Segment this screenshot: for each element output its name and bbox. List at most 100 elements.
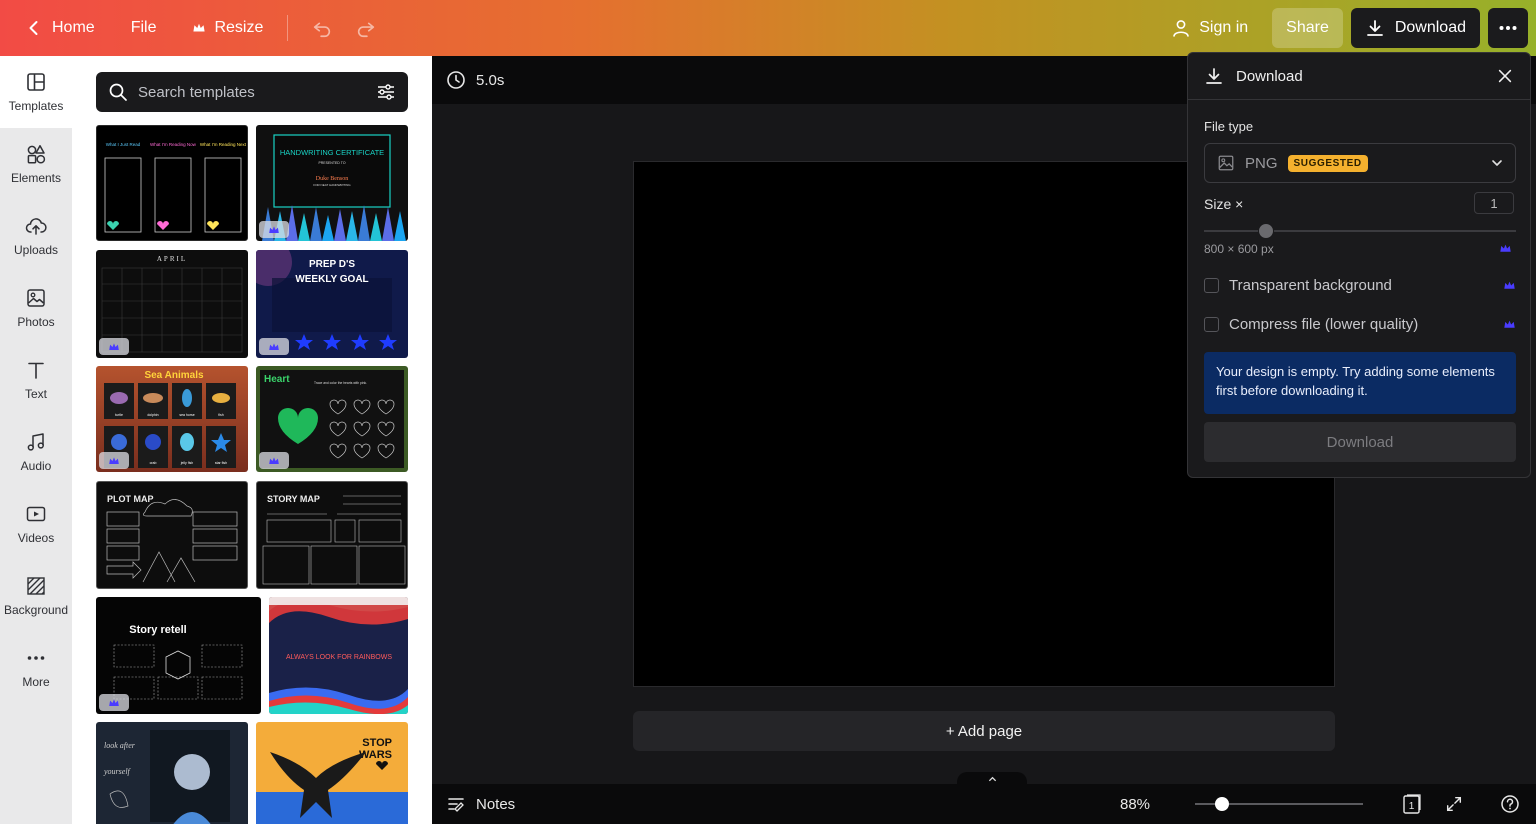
- redo-icon[interactable]: [346, 8, 386, 48]
- compress-file-checkbox[interactable]: [1204, 317, 1219, 332]
- transparent-background-label: Transparent background: [1229, 277, 1392, 294]
- text-icon: [25, 359, 47, 381]
- transparent-background-row[interactable]: Transparent background: [1204, 277, 1516, 294]
- pages-count-icon[interactable]: 1: [1398, 790, 1426, 818]
- rail-item-templates[interactable]: Templates: [0, 56, 72, 128]
- card-text: dolphin: [147, 413, 158, 417]
- search-icon: [108, 82, 128, 102]
- template-card[interactable]: STOP WARS: [256, 722, 408, 824]
- confirm-download-button[interactable]: Download: [1204, 422, 1516, 462]
- rail-item-text[interactable]: Text: [0, 344, 72, 416]
- user-icon: [1171, 18, 1191, 38]
- file-type-label: File type: [1204, 119, 1254, 134]
- undo-icon[interactable]: [302, 8, 342, 48]
- card-text: What I'm Reading Next: [200, 142, 247, 147]
- rail-item-more[interactable]: More: [0, 632, 72, 704]
- share-button[interactable]: Share: [1272, 8, 1343, 48]
- card-text: Story retell: [129, 624, 186, 636]
- chevron-left-icon: [24, 18, 44, 38]
- filter-sliders-icon[interactable]: [376, 82, 396, 102]
- card-text: WARS: [359, 749, 392, 761]
- fullscreen-icon[interactable]: [1440, 790, 1468, 818]
- transparent-background-checkbox[interactable]: [1204, 278, 1219, 293]
- template-card[interactable]: PLOT MAP: [96, 481, 248, 589]
- card-text: APRIL: [157, 255, 187, 263]
- sign-in-button[interactable]: Sign in: [1161, 8, 1258, 48]
- templates-icon: [25, 71, 47, 93]
- top-bar: Home File Resize Sign in Share Download: [0, 0, 1536, 56]
- template-card[interactable]: STORY MAP: [256, 481, 408, 589]
- template-card[interactable]: Sea Animals turtle dolphin sea horse fis…: [96, 366, 248, 472]
- add-page-button[interactable]: + Add page: [633, 711, 1335, 751]
- size-multiplier-input[interactable]: 1: [1474, 192, 1514, 214]
- toolbar-divider: [287, 15, 289, 41]
- template-card[interactable]: look after yourself: [96, 722, 248, 824]
- rail-item-elements[interactable]: Elements: [0, 128, 72, 200]
- premium-badge: [99, 452, 129, 469]
- template-card[interactable]: Heart Trace and color the hearts with pi…: [256, 366, 408, 472]
- card-text: WEEKLY GOAL: [295, 274, 368, 285]
- empty-design-alert: Your design is empty. Try adding some el…: [1204, 352, 1516, 414]
- template-card[interactable]: PREP D'S WEEKLY GOAL: [256, 250, 408, 358]
- size-label: Size ×: [1204, 196, 1244, 212]
- card-text: sea horse: [179, 413, 194, 417]
- download-button[interactable]: Download: [1350, 8, 1480, 48]
- template-card[interactable]: APRIL: [96, 250, 248, 358]
- premium-crown-icon: [1503, 318, 1516, 331]
- rail-label: Background: [3, 603, 69, 617]
- more-horizontal-icon: [1498, 18, 1518, 38]
- notes-button[interactable]: Notes: [432, 794, 515, 814]
- size-slider[interactable]: [1204, 223, 1516, 239]
- template-card[interactable]: Story retell: [96, 597, 261, 714]
- resize-button[interactable]: Resize: [182, 8, 273, 48]
- template-card[interactable]: What I Just Read What I'm Reading Now Wh…: [96, 125, 248, 241]
- card-text: FOR NEAT HANDWRITING: [313, 183, 351, 187]
- zoom-percentage[interactable]: 88%: [1120, 784, 1150, 824]
- home-label: Home: [52, 19, 95, 36]
- card-text: look after: [104, 741, 136, 750]
- more-horizontal-icon: [25, 647, 47, 669]
- search-input[interactable]: [138, 83, 366, 101]
- rail-label: Elements: [10, 171, 62, 185]
- zoom-slider-handle[interactable]: [1214, 797, 1229, 811]
- download-icon: [1365, 18, 1385, 38]
- clock-icon[interactable]: [446, 70, 466, 90]
- rail-label: Videos: [17, 531, 55, 545]
- dialog-title: Download: [1236, 67, 1303, 85]
- duration-label[interactable]: 5.0s: [476, 72, 504, 89]
- card-text: turtle: [115, 413, 123, 417]
- more-options-button[interactable]: [1488, 8, 1528, 48]
- resize-label: Resize: [214, 19, 264, 36]
- rail-label: Templates: [8, 99, 64, 113]
- card-text: Trace and color the hearts with pink.: [314, 381, 367, 385]
- premium-crown-icon: [1503, 279, 1516, 292]
- rail-item-uploads[interactable]: Uploads: [0, 200, 72, 272]
- file-type-select[interactable]: PNG SUGGESTED: [1204, 143, 1516, 183]
- size-slider-handle[interactable]: [1258, 223, 1275, 239]
- rail-item-videos[interactable]: Videos: [0, 488, 72, 560]
- templates-panel: What I Just Read What I'm Reading Now Wh…: [72, 56, 432, 824]
- premium-badge: [99, 338, 129, 355]
- file-button[interactable]: File: [121, 8, 167, 48]
- compress-file-row[interactable]: Compress file (lower quality): [1204, 316, 1516, 333]
- premium-badge: [259, 338, 289, 355]
- compress-file-label: Compress file (lower quality): [1229, 316, 1419, 333]
- rail-item-audio[interactable]: Audio: [0, 416, 72, 488]
- close-icon[interactable]: [1496, 67, 1514, 85]
- card-text: Heart: [264, 374, 290, 385]
- card-text: yourself: [103, 767, 132, 776]
- rail-item-photos[interactable]: Photos: [0, 272, 72, 344]
- template-card[interactable]: HANDWRITING CERTIFICATE PRESENTED TO Duk…: [256, 125, 408, 241]
- template-card[interactable]: ALWAYS LOOK FOR RAINBOWS: [269, 597, 408, 714]
- file-label: File: [130, 19, 157, 36]
- rail-item-background[interactable]: Background: [0, 560, 72, 632]
- help-icon[interactable]: [1496, 790, 1524, 818]
- premium-badge: [99, 694, 129, 711]
- background-pattern-icon: [25, 575, 47, 597]
- zoom-slider[interactable]: [1195, 797, 1363, 811]
- home-button[interactable]: Home: [14, 8, 105, 48]
- premium-crown-icon: [1499, 242, 1512, 255]
- elements-icon: [25, 143, 47, 165]
- chevron-down-icon: [1491, 157, 1503, 169]
- card-text: crab: [150, 461, 157, 465]
